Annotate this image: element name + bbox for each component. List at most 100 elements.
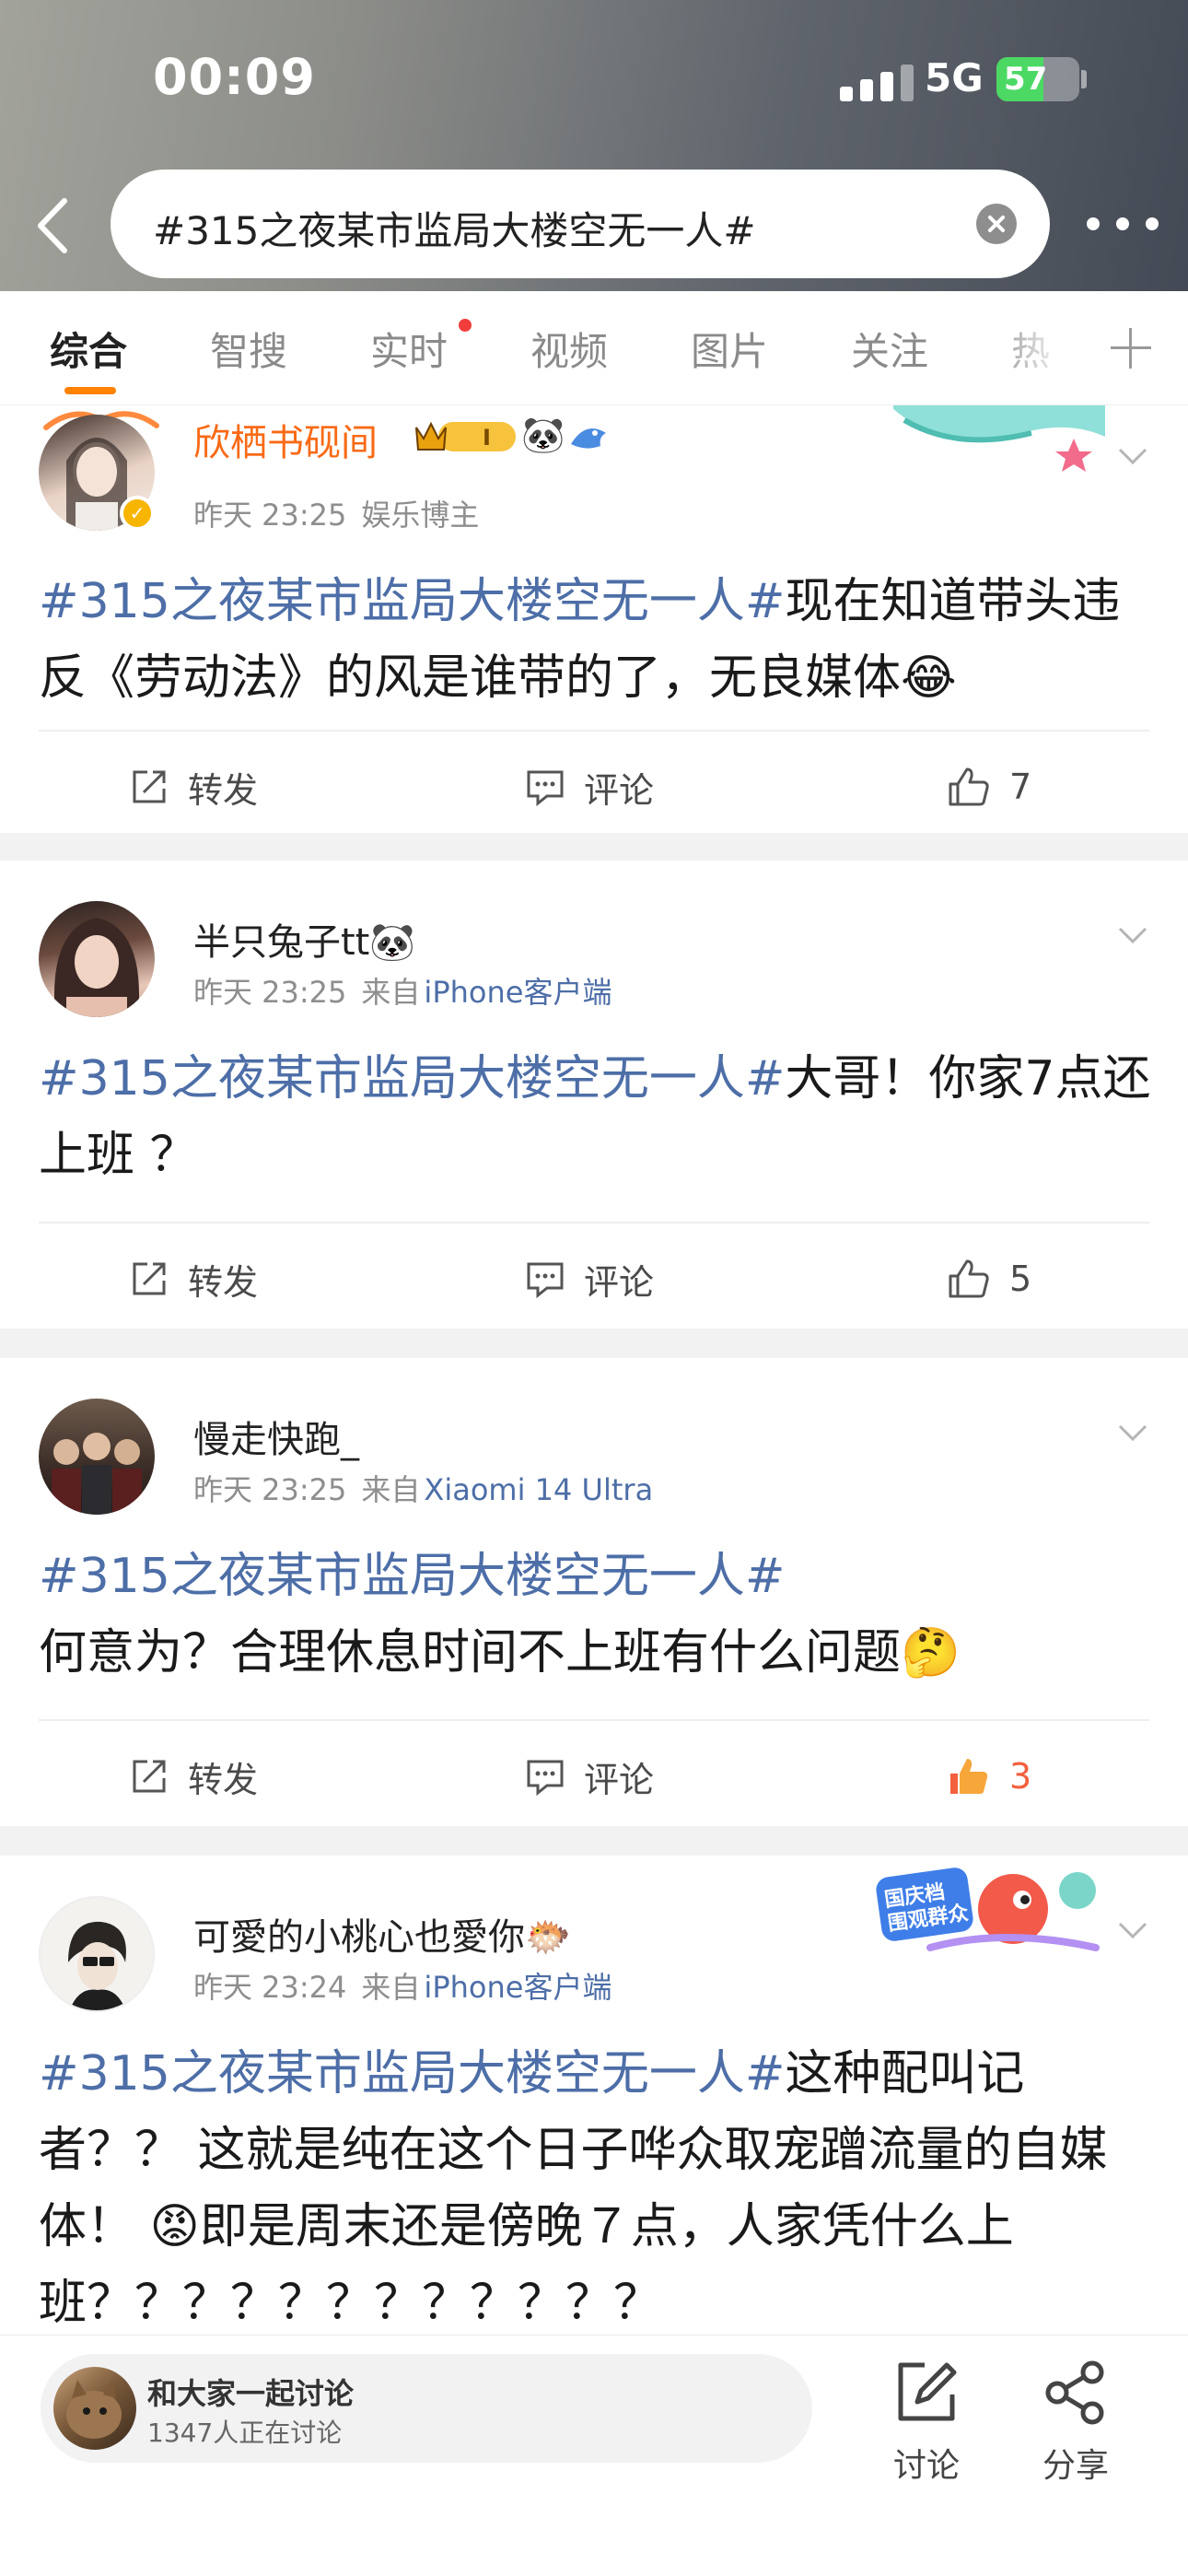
post-meta: 昨天 23:24 来自 iPhone客户端 — [193, 1964, 611, 2007]
post-text[interactable]: #315之夜某市监局大楼空无一人#现在知道带头违反《劳动法》的风是谁带的了，无良… — [39, 564, 1153, 717]
national-day-badge: 国庆档 围观群众 — [875, 1863, 1105, 1959]
tab-realtime[interactable]: 实时 — [370, 321, 448, 377]
comment-button[interactable]: 评论 — [525, 759, 654, 814]
results-feed: ✓ 欣栖书砚间 I 🐼 昨天 23:25 娱乐博主 #315之夜某市监局大楼空无一… — [0, 405, 1188, 2335]
post-time: 昨天 23:24 — [193, 1970, 347, 2005]
share-icon — [1045, 2360, 1104, 2425]
like-button[interactable]: 7 — [947, 759, 1031, 814]
topic-tag[interactable]: #315之夜某市监局大楼空无一人# — [39, 1539, 1153, 1615]
username[interactable]: 欣栖书砚间 — [193, 413, 378, 466]
battery-icon: 57 — [996, 57, 1079, 101]
battery-tip — [1081, 70, 1087, 88]
like-button[interactable]: 5 — [947, 1251, 1031, 1306]
thumbs-up-filled-icon — [950, 1759, 988, 1794]
chevron-down-icon[interactable] — [1116, 1417, 1149, 1450]
repost-label: 转发 — [188, 1759, 259, 1800]
author-label: 娱乐博主 — [361, 498, 480, 533]
join-discussion-button[interactable]: 和大家一起讨论 1347人正在讨论 — [41, 2354, 812, 2463]
more-options-button[interactable] — [1087, 210, 1160, 238]
like-count: 7 — [1009, 767, 1032, 807]
discussion-count: 1347人正在讨论 — [147, 2418, 343, 2448]
tab-comprehensive[interactable]: 综合 — [50, 321, 127, 377]
tab-images[interactable]: 图片 — [691, 321, 768, 377]
search-query: #315之夜某市监局大楼空无一人# — [153, 208, 756, 253]
feed-post[interactable]: 半只兔子tt🐼 昨天 23:25 来自 iPhone客户端 #315之夜某市监局大楼… — [0, 861, 1188, 1329]
panda-badge-icon: 🐼 — [521, 415, 565, 455]
like-count: 3 — [1009, 1756, 1032, 1797]
share-label: 分享 — [1042, 2447, 1109, 2485]
username[interactable]: 半只兔子tt🐼 — [193, 912, 415, 966]
topic-tag[interactable]: #315之夜某市监局大楼空无一人# — [39, 1051, 785, 1107]
comment-icon — [527, 1760, 564, 1797]
shark-badge-icon — [567, 416, 610, 457]
post-source[interactable]: iPhone客户端 — [424, 975, 611, 1010]
post-meta: 昨天 23:25 娱乐博主 — [193, 492, 479, 534]
bottom-action-bar: 和大家一起讨论 1347人正在讨论 讨论 分享 — [0, 2335, 1188, 2576]
repost-icon — [133, 770, 166, 803]
repost-icon — [133, 1262, 166, 1295]
status-time: 00:09 — [153, 48, 316, 106]
repost-button[interactable]: 转发 — [129, 1251, 258, 1306]
more-dot — [1146, 217, 1159, 230]
card-decoration — [893, 405, 1105, 474]
source-prefix: 来自 — [361, 1970, 421, 2005]
like-count: 5 — [1009, 1259, 1032, 1299]
username[interactable]: 可愛的小桃心也愛你🐡 — [193, 1907, 571, 1961]
repost-button[interactable]: 转发 — [129, 1749, 258, 1804]
post-body: 何意为？合理休息时间不上班有什么问题🤔 — [39, 1625, 961, 1680]
repost-label: 转发 — [188, 769, 259, 811]
top-header: 00:09 5G 57 #315之夜某市监局大楼空无一人# — [0, 0, 1188, 291]
battery-level: 57 — [1004, 61, 1048, 98]
verified-badge-icon: ✓ — [120, 496, 155, 531]
topic-tag[interactable]: #315之夜某市监局大楼空无一人# — [39, 2046, 785, 2102]
chevron-down-icon[interactable] — [1116, 919, 1149, 953]
discussion-title: 和大家一起讨论 — [147, 2376, 355, 2411]
post-text[interactable]: #315之夜某市监局大楼空无一人# 何意为？合理休息时间不上班有什么问题🤔 — [39, 1539, 1153, 1692]
post-text[interactable]: #315之夜某市监局大楼空无一人#大哥！你家7点还上班 ？ — [39, 1041, 1153, 1194]
comment-icon — [527, 770, 564, 807]
username[interactable]: 慢走快跑_ — [193, 1410, 359, 1463]
post-time: 昨天 23:25 — [193, 975, 347, 1010]
feed-post[interactable]: 可愛的小桃心也愛你🐡 国庆档 围观群众 昨天 23:24 来自 iPhone客户端 … — [0, 1856, 1188, 2335]
realtime-notification-dot — [459, 319, 472, 332]
topic-tag[interactable]: #315之夜某市监局大楼空无一人# — [39, 574, 785, 629]
post-meta: 昨天 23:25 来自 Xiaomi 14 Ultra — [193, 1467, 653, 1509]
comment-button[interactable]: 评论 — [525, 1251, 654, 1306]
chevron-down-icon[interactable] — [1116, 440, 1149, 474]
feed-post[interactable]: 慢走快跑_ 昨天 23:25 来自 Xiaomi 14 Ultra #315之夜某市… — [0, 1358, 1188, 1826]
more-dot — [1087, 217, 1100, 230]
post-source[interactable]: iPhone客户端 — [424, 1970, 611, 2005]
add-tab-icon[interactable] — [1111, 328, 1151, 369]
svg-text:I: I — [483, 425, 491, 451]
tab-smart-search[interactable]: 智搜 — [210, 321, 287, 377]
comment-button[interactable]: 评论 — [525, 1749, 654, 1804]
comment-label: 评论 — [584, 1261, 655, 1303]
post-text[interactable]: #315之夜某市监局大楼空无一人#这种配叫记者？？ 这就是纯在这个日子哗众取宠蹭… — [39, 2036, 1153, 2335]
action-divider — [39, 1222, 1149, 1224]
thumbs-up-icon — [949, 767, 989, 806]
repost-label: 转发 — [188, 1261, 259, 1303]
tab-video[interactable]: 视频 — [530, 321, 608, 377]
share-button[interactable]: 分享 — [1030, 2350, 1122, 2485]
avatar[interactable] — [39, 901, 155, 1017]
post-time: 昨天 23:25 — [193, 1472, 347, 1507]
clear-search-icon[interactable] — [976, 204, 1017, 244]
discuss-button[interactable]: 讨论 — [880, 2350, 973, 2485]
action-divider — [39, 1719, 1149, 1721]
back-arrow-icon — [38, 198, 67, 253]
comment-icon — [527, 1262, 564, 1299]
thumbs-up-icon — [949, 1259, 989, 1298]
like-button[interactable]: 3 — [947, 1749, 1031, 1804]
post-source[interactable]: Xiaomi 14 Ultra — [424, 1472, 653, 1507]
avatar[interactable] — [39, 1399, 155, 1515]
source-prefix: 来自 — [361, 975, 421, 1010]
avatar[interactable] — [39, 1896, 155, 2012]
feed-post[interactable]: ✓ 欣栖书砚间 I 🐼 昨天 23:25 娱乐博主 #315之夜某市监局大楼空无一… — [0, 405, 1188, 833]
search-input[interactable]: #315之夜某市监局大楼空无一人# — [111, 170, 1050, 278]
chevron-down-icon[interactable] — [1116, 1914, 1149, 1948]
tab-following[interactable]: 关注 — [851, 321, 928, 377]
repost-button[interactable]: 转发 — [129, 759, 258, 814]
back-button[interactable] — [26, 193, 81, 258]
network-type: 5G — [925, 55, 984, 100]
comment-label: 评论 — [584, 769, 655, 811]
